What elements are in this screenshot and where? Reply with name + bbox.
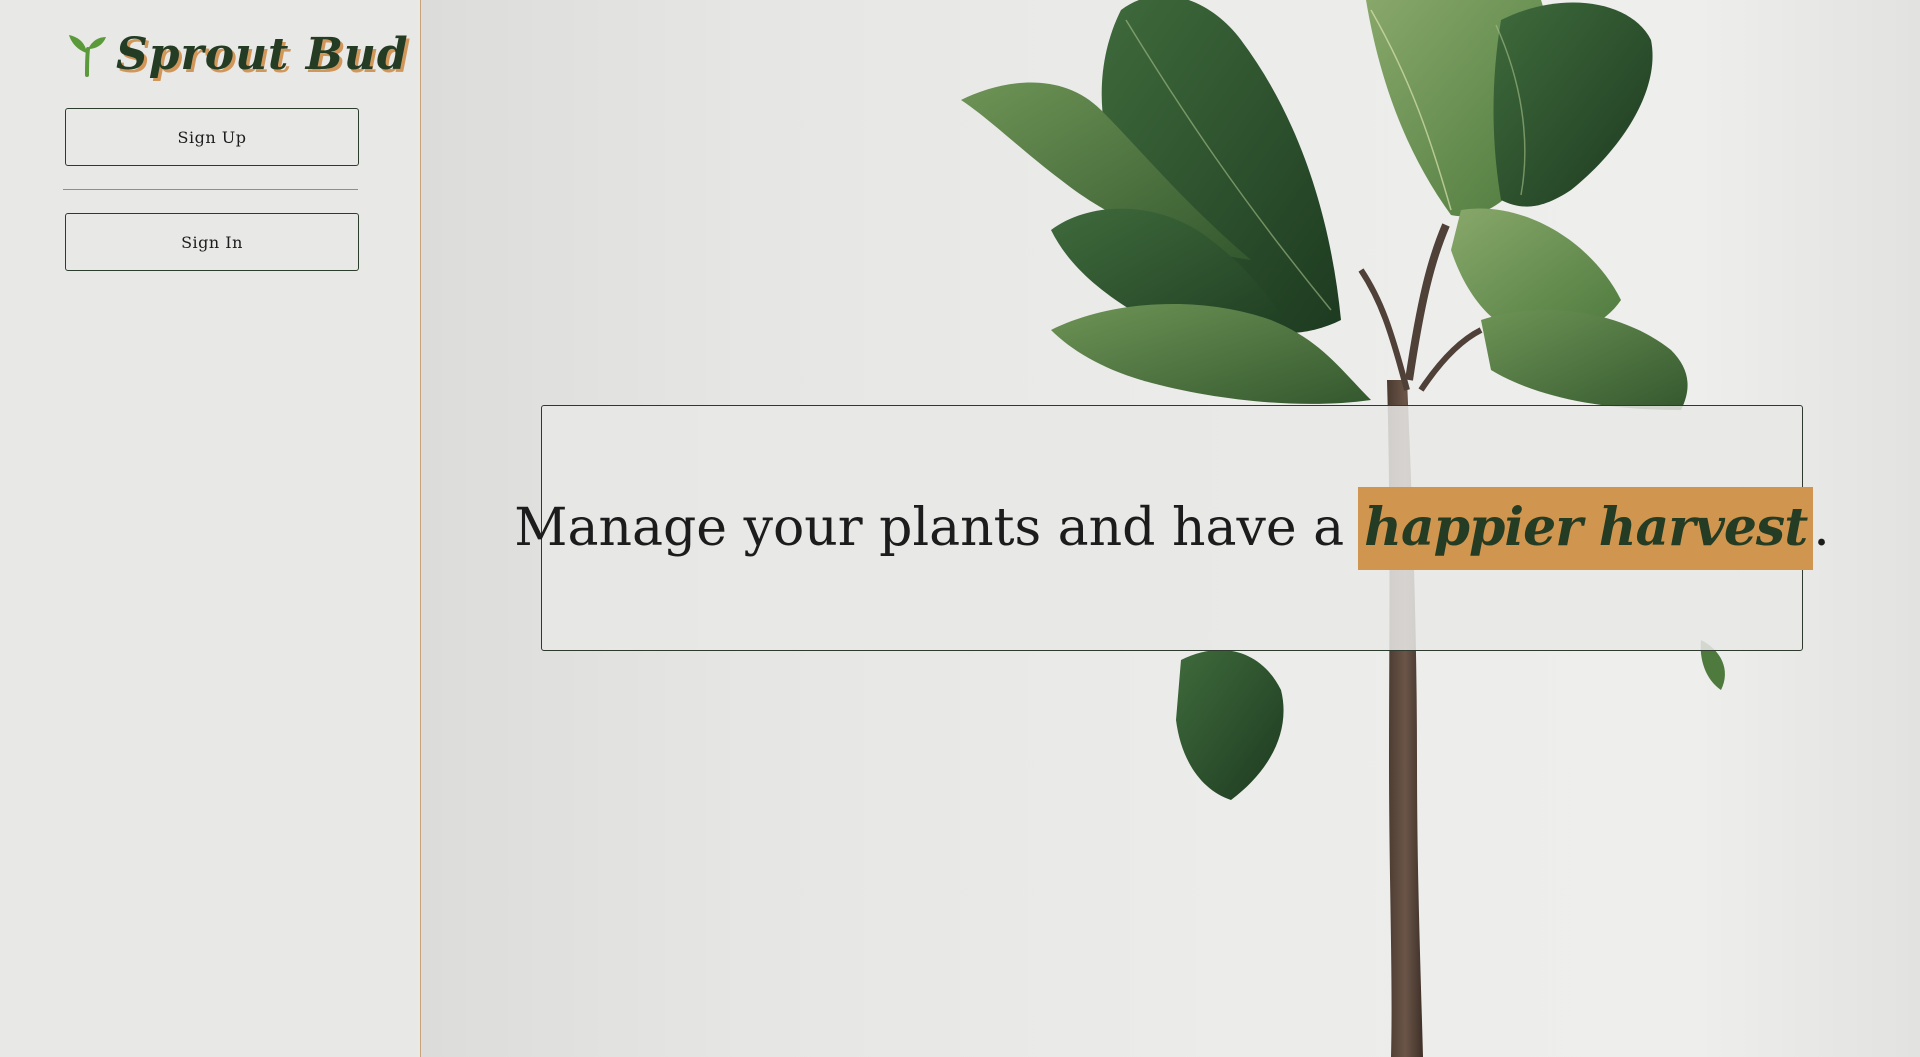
hero-card: Manage your plants and have a happier ha… xyxy=(514,405,1830,651)
hero-headline: Manage your plants and have a happier ha… xyxy=(514,486,1830,570)
sidebar-divider xyxy=(63,189,358,190)
headline-highlight: happier harvest xyxy=(1358,486,1814,570)
sign-in-button[interactable]: Sign In xyxy=(65,213,359,271)
sign-up-button[interactable]: Sign Up xyxy=(65,108,359,166)
app-root: Sprout Bud Sign Up Sign In Manage your p… xyxy=(0,0,1920,1057)
headline-prefix: Manage your plants and have a xyxy=(514,498,1345,558)
sprout-icon xyxy=(69,35,106,77)
headline-suffix: . xyxy=(1813,498,1830,558)
hero-section: Manage your plants and have a happier ha… xyxy=(421,0,1920,1057)
brand-logo[interactable]: Sprout Bud xyxy=(66,24,409,84)
brand-name: Sprout Bud xyxy=(116,28,409,80)
sidebar: Sprout Bud Sign Up Sign In xyxy=(0,0,421,1057)
